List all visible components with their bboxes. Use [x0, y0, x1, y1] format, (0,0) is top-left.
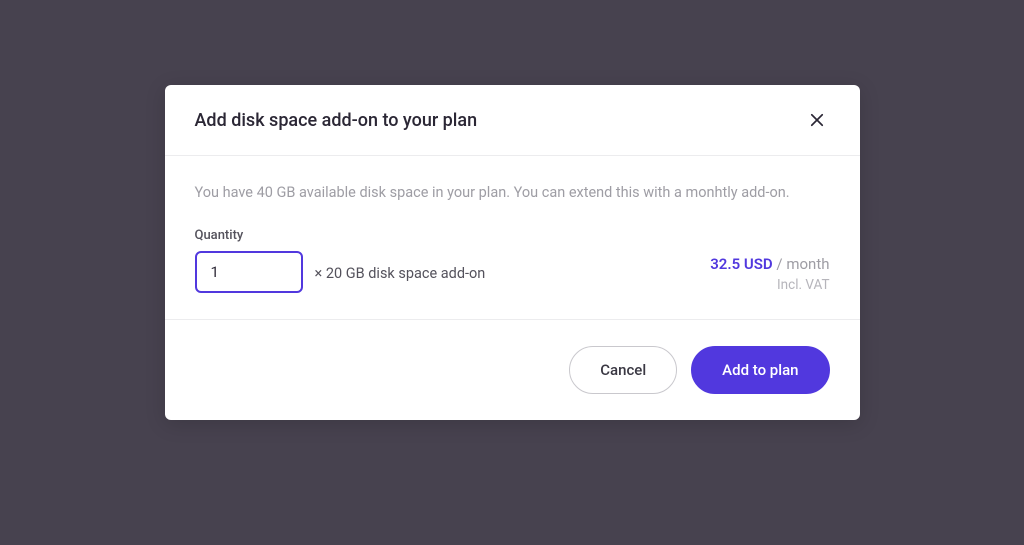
modal-description: You have 40 GB available disk space in y…: [195, 182, 830, 204]
modal-title: Add disk space add-on to your plan: [195, 110, 478, 131]
price-period: / month: [773, 255, 830, 273]
add-addon-modal: Add disk space add-on to your plan You h…: [165, 85, 860, 420]
price-block: 32.5 USD / month Incl. VAT: [710, 255, 829, 293]
cancel-button[interactable]: Cancel: [569, 346, 677, 394]
close-button[interactable]: [804, 107, 830, 133]
price-line: 32.5 USD / month: [710, 255, 829, 273]
price-amount: 32.5 USD: [710, 255, 772, 273]
quantity-field-group: Quantity: [195, 228, 303, 293]
close-icon: [808, 111, 826, 129]
add-to-plan-button[interactable]: Add to plan: [691, 346, 829, 394]
modal-footer: Cancel Add to plan: [165, 320, 860, 420]
vat-note: Incl. VAT: [710, 277, 829, 293]
addon-unit-label: × 20 GB disk space add-on: [315, 265, 486, 293]
modal-body: You have 40 GB available disk space in y…: [165, 156, 860, 320]
quantity-stepper[interactable]: [195, 251, 303, 293]
quantity-row: Quantity × 20 GB disk space add-on 32.5 …: [195, 228, 830, 293]
modal-header: Add disk space add-on to your plan: [165, 85, 860, 156]
quantity-label: Quantity: [195, 228, 303, 243]
